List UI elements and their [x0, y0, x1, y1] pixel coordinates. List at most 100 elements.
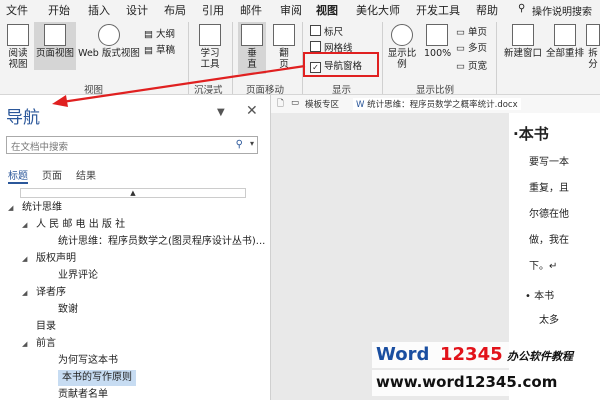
draft-button[interactable]: ▤ 草稿 — [144, 42, 175, 56]
search-icon[interactable]: ⚲ — [518, 3, 525, 14]
heading-tree-item[interactable]: 统计思维：程序员数学之(图灵程序设计丛书)... — [0, 234, 269, 250]
split-button[interactable]: 拆分 — [586, 24, 600, 70]
word-doc-icon: W — [356, 100, 365, 110]
doc-line: 太多 — [539, 315, 559, 326]
heading-tree-item[interactable]: ◢ 译者序 — [0, 285, 269, 301]
doc-tab-title: 统计思维：程序员数学之概率统计.docx — [367, 100, 518, 110]
heading-tree-label: 业界评论 — [58, 270, 98, 281]
menu-insert[interactable]: 插入 — [88, 2, 110, 18]
separator — [496, 22, 497, 94]
doc-tab-active[interactable]: W 统计思维：程序员数学之概率统计.docx — [353, 98, 521, 110]
heading-tree-item[interactable]: 致谢 — [0, 302, 269, 318]
folder-icon: ▭ — [291, 98, 300, 108]
chevron-down-icon[interactable]: ▾ — [250, 139, 254, 148]
read-mode-label: 阅读 视图 — [8, 48, 28, 70]
page-width-label: 页宽 — [468, 61, 488, 72]
heading-tree-item[interactable]: ◢ 前言 — [0, 336, 269, 352]
print-layout-label: 页面视图 — [35, 48, 74, 59]
expand-toggle-icon[interactable]: ◢ — [22, 285, 27, 301]
draft-icon: ▤ — [144, 45, 153, 56]
heading-tree-item[interactable]: 贡献者名单 — [0, 387, 269, 403]
menu-design[interactable]: 设计 — [126, 2, 148, 18]
doc-heading: ·本书 — [513, 125, 549, 143]
multi-page-label: 多页 — [468, 43, 488, 54]
nav-search-placeholder: 在文档中搜索 — [11, 142, 69, 153]
menu-references[interactable]: 引用 — [202, 2, 224, 18]
heading-tree-item[interactable]: ◢ 人 民 邮 电 出 版 社 — [0, 217, 269, 233]
globe-icon — [98, 24, 120, 46]
expand-toggle-icon[interactable]: ◢ — [22, 336, 27, 352]
menu-home[interactable]: 开始 — [48, 2, 70, 18]
expand-toggle-icon[interactable]: ◢ — [8, 200, 13, 216]
document-tab-bar: 🗋 ▭ 模板专区 W 统计思维：程序员数学之概率统计.docx — [271, 95, 600, 114]
heading-tree-item[interactable]: 业界评论 — [0, 268, 269, 284]
split-icon — [586, 24, 600, 46]
expand-toggle-icon[interactable]: ◢ — [22, 251, 27, 267]
pane-options-icon[interactable]: ▼ — [217, 107, 225, 118]
zoom-button[interactable]: 显示比例 — [384, 24, 420, 70]
watermark-tagline: 办公软件教程 — [507, 350, 573, 363]
page-icon: 🗋 — [277, 99, 284, 109]
book-icon — [7, 24, 29, 46]
zoom-100-icon — [426, 24, 448, 46]
print-layout-button[interactable]: 页面视图 — [34, 22, 76, 70]
tell-me-search[interactable]: 操作说明搜索 — [532, 3, 592, 18]
read-mode-button[interactable]: 阅读 视图 — [4, 24, 32, 70]
vertical-icon — [241, 24, 263, 46]
new-window-label: 新建窗口 — [503, 48, 542, 59]
heading-tree-label: 统计思维：程序员数学之(图灵程序设计丛书)... — [58, 236, 266, 247]
watermark-word: Word — [376, 344, 430, 365]
arrange-all-button[interactable]: 全部重排 — [544, 24, 586, 59]
doc-tab-templates[interactable]: 模板专区 — [305, 98, 339, 110]
ruler-checkbox[interactable]: 标尺 — [310, 24, 343, 38]
outline-button[interactable]: ▤ 大纲 — [144, 26, 175, 40]
one-page-button[interactable]: ▭ 单页 — [456, 24, 487, 38]
annotation-highlight-box — [303, 52, 379, 77]
separator — [232, 22, 233, 94]
group-zoom-label: 显示比例 — [416, 85, 455, 96]
doc-line: 尔德在他 — [529, 209, 569, 220]
watermark-url: www.word12345.com — [376, 373, 558, 391]
tab-pages[interactable]: 页面 — [42, 167, 62, 182]
zoom-label: 显示比例 — [387, 48, 417, 70]
magnifier-icon — [391, 24, 413, 46]
menu-file[interactable]: 文件 — [6, 2, 28, 18]
web-layout-button[interactable]: Web 版式视图 — [78, 24, 140, 59]
heading-tree-item[interactable]: ◢ 版权声明 — [0, 251, 269, 267]
multi-page-button[interactable]: ▭ 多页 — [456, 40, 487, 54]
heading-tree-item[interactable]: ◢ 统计思维 — [0, 200, 269, 216]
heading-tree-item[interactable]: 本书的写作原则 — [0, 370, 269, 386]
menu-review[interactable]: 审阅 — [280, 2, 302, 18]
menu-beautify[interactable]: 美化大师 — [356, 2, 400, 18]
unchecked-box-icon — [310, 41, 321, 52]
close-icon[interactable]: ✕ — [246, 103, 258, 119]
heading-tree-item[interactable]: 目录 — [0, 319, 269, 335]
page-width-button[interactable]: ▭ 页宽 — [456, 58, 487, 72]
watermark-number: 12345 — [440, 344, 503, 365]
heading-tree-label: 为何写这本书 — [58, 355, 118, 366]
zoom-100-button[interactable]: 100% — [424, 24, 451, 59]
nav-search-input[interactable]: 在文档中搜索 ⚲ ▾ — [6, 136, 258, 154]
menu-mailings[interactable]: 邮件 — [240, 2, 262, 18]
menu-help[interactable]: 帮助 — [476, 2, 498, 18]
side-to-side-button[interactable]: 翻 页 — [270, 24, 298, 70]
watermark-logo: Word 12345 办公软件教程 — [372, 342, 600, 368]
expand-toggle-icon[interactable]: ◢ — [22, 217, 27, 233]
search-icon[interactable]: ⚲ — [236, 139, 243, 150]
heading-tree-label: 版权声明 — [36, 253, 76, 264]
learning-tools-button[interactable]: 学习 工具 — [194, 24, 226, 70]
new-window-icon — [512, 24, 534, 46]
menu-layout[interactable]: 布局 — [164, 2, 186, 18]
vertical-button[interactable]: 垂 直 — [238, 22, 266, 74]
tab-results[interactable]: 结果 — [76, 167, 96, 182]
group-immersive-label: 沉浸式 — [194, 85, 223, 96]
heading-tree-item[interactable]: 为何写这本书 — [0, 353, 269, 369]
side-to-side-icon — [273, 24, 295, 46]
menu-developer[interactable]: 开发工具 — [416, 2, 460, 18]
watermark-url-box: www.word12345.com — [372, 370, 600, 396]
collapse-all-bar[interactable]: ▲ — [20, 188, 246, 198]
arrange-all-label: 全部重排 — [545, 48, 584, 59]
tab-headings[interactable]: 标题 — [8, 167, 28, 184]
doc-line: 重复，且 — [529, 183, 569, 194]
new-window-button[interactable]: 新建窗口 — [502, 24, 544, 59]
